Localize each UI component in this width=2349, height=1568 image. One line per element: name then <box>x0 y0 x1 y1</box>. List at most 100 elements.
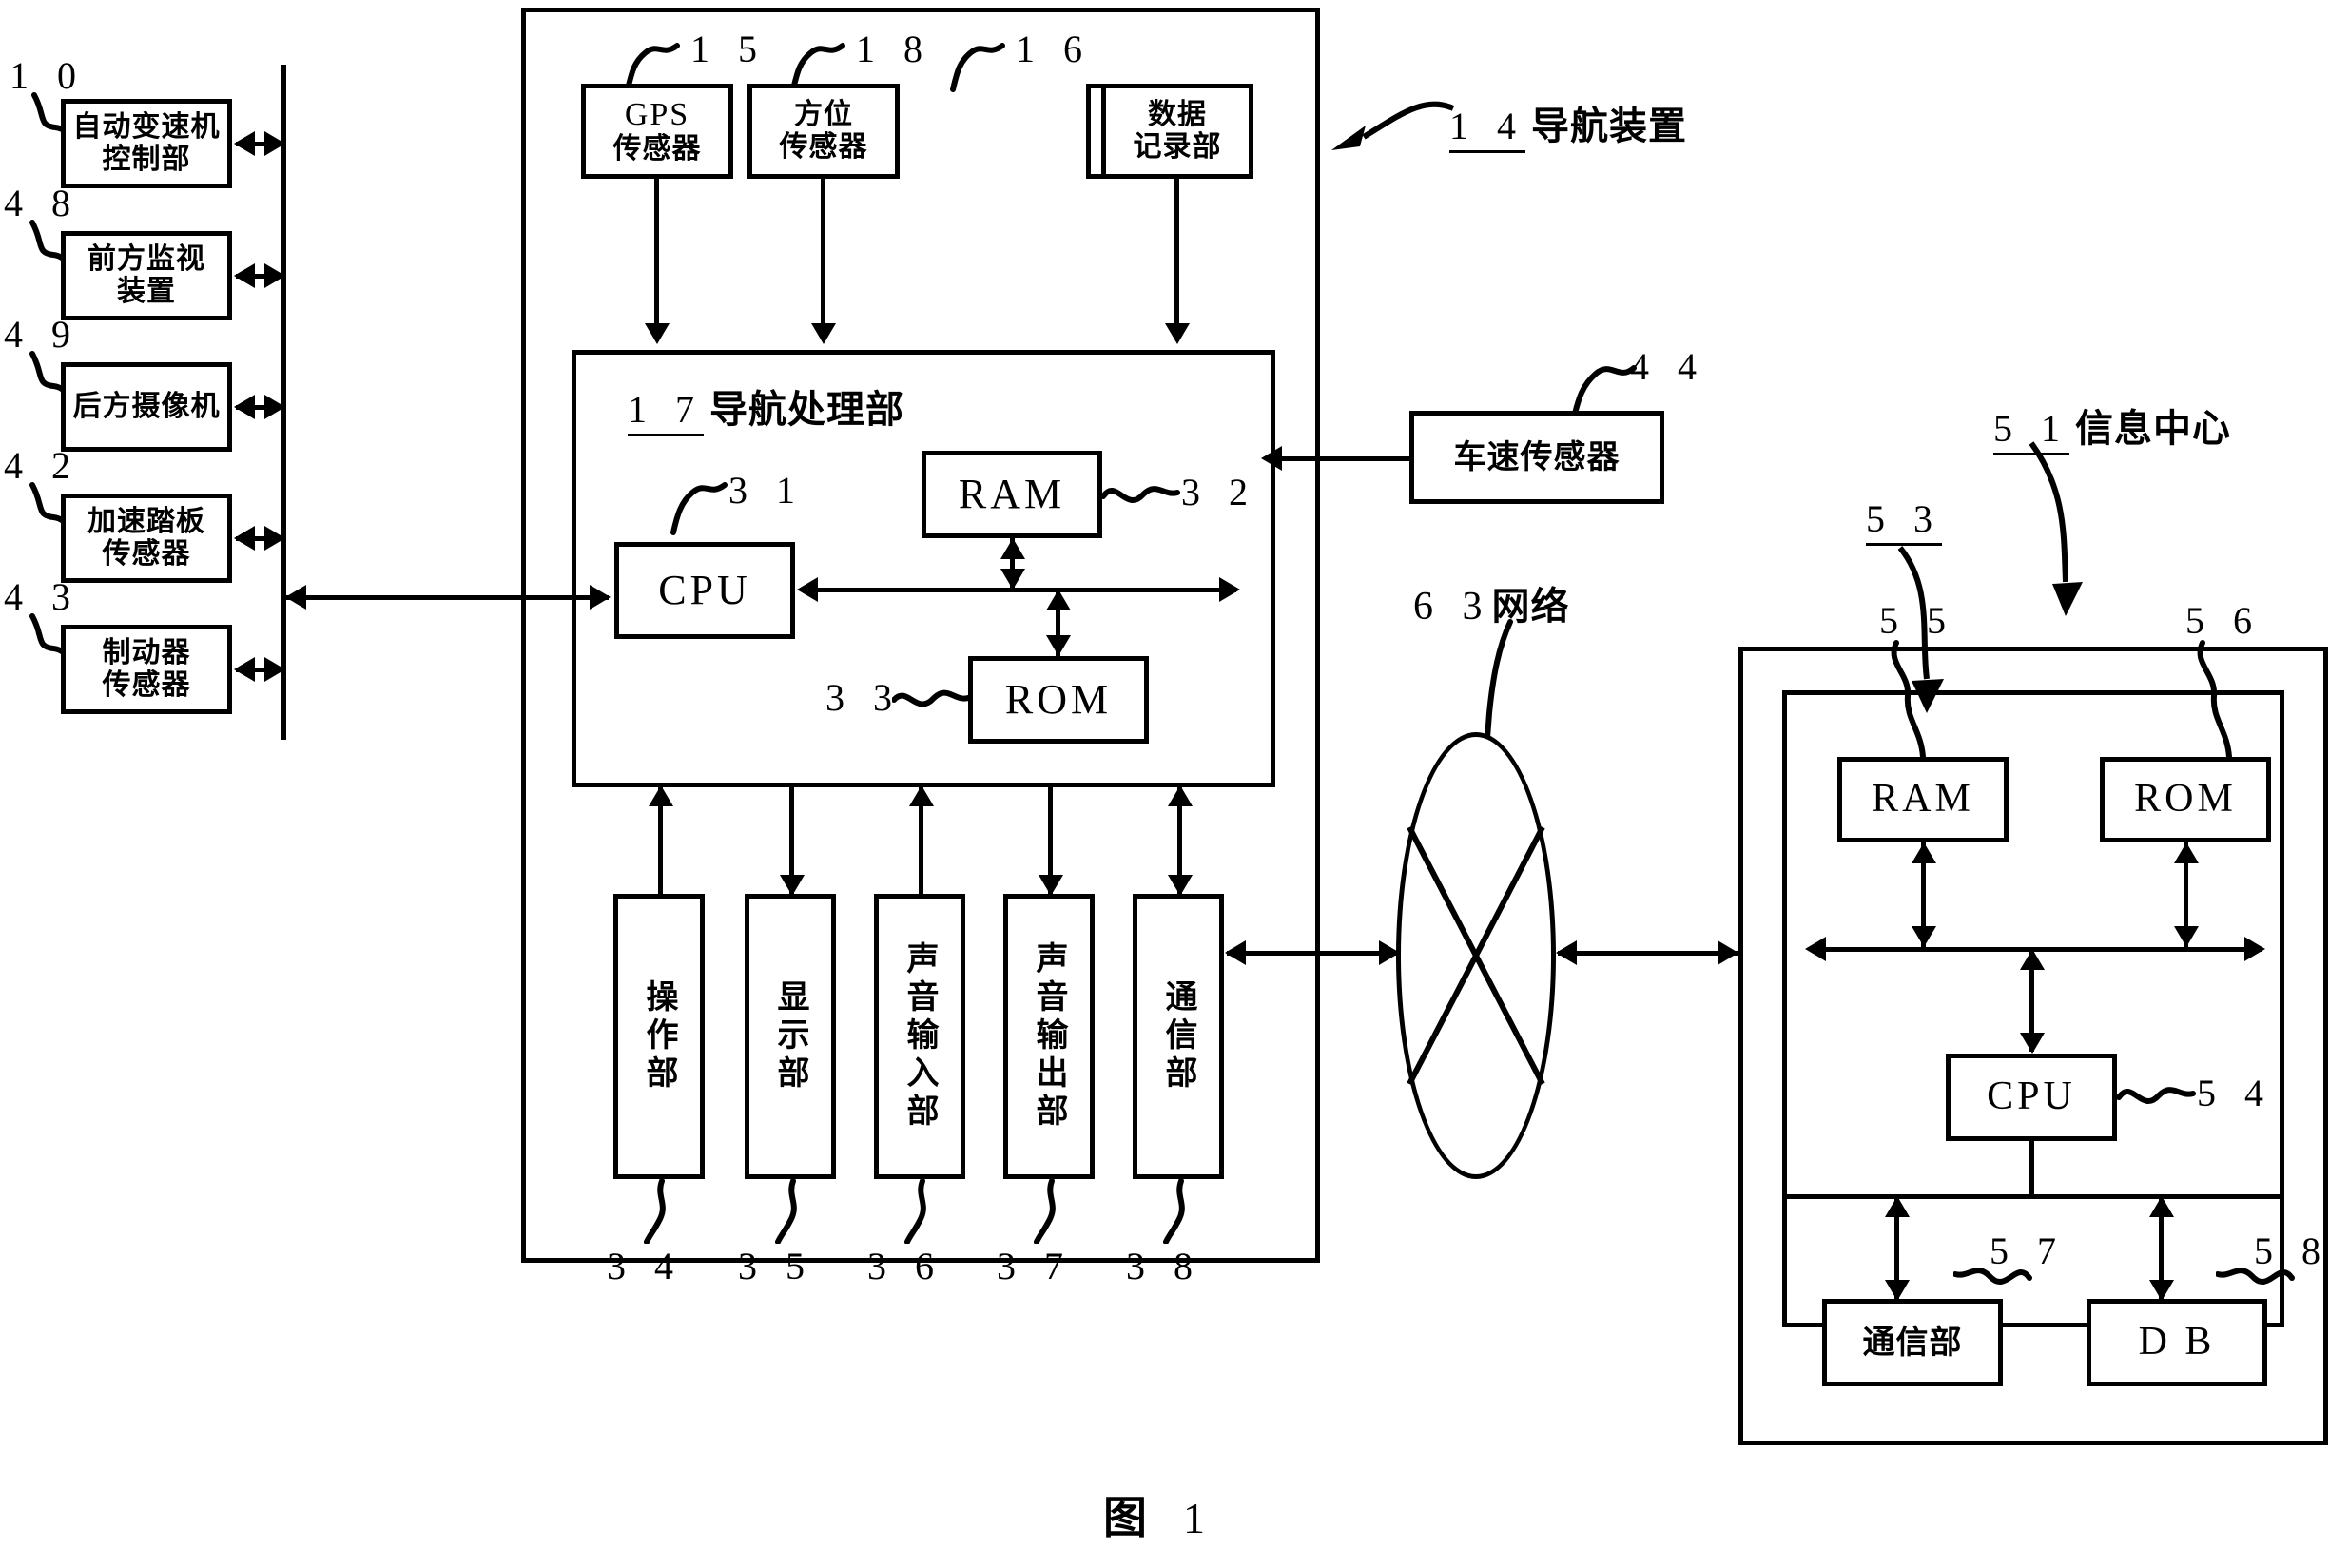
leader-line-44 <box>1572 365 1637 416</box>
speed-sensor-connector <box>1279 456 1412 461</box>
arrowhead-down <box>645 323 670 344</box>
leader-line-34 <box>644 1179 666 1244</box>
info-center-ram-label: RAM <box>1872 777 1974 822</box>
leader-arrow-14 <box>1331 101 1455 150</box>
info-center-rom: ROM <box>2100 757 2271 842</box>
figure-caption-label: 图 <box>1103 1492 1160 1543</box>
io-unit-operation-label: 操作部 <box>640 979 679 1094</box>
io-unit-display: 显示部 <box>745 894 836 1179</box>
arrowhead-up <box>2174 842 2199 863</box>
ref-numeral-32: 3 2 <box>1181 471 1257 513</box>
vehicle-speed-sensor: 车速传感器 <box>1409 411 1664 504</box>
arrowhead-left <box>234 657 255 682</box>
leader-line-56 <box>2197 640 2232 760</box>
info-center-rom-label: ROM <box>2134 777 2237 822</box>
arrowhead-down <box>1885 1280 1910 1301</box>
unit-accelerator-pedal-sensor: 加速踏板 传感器 <box>61 494 232 583</box>
ref-numeral-17: 1 7 <box>628 388 704 436</box>
arrowhead-down <box>1039 875 1063 896</box>
unit-label-line1: 后方摄像机 <box>72 390 221 424</box>
unit-label-line2: 控制部 <box>102 143 191 176</box>
arrowhead-up <box>2020 949 2045 970</box>
arrowhead-up <box>909 785 934 806</box>
data-record-line1: 数据 <box>1148 98 1207 132</box>
ref-label-14-navigation-device: 1 4 导航装置 <box>1449 95 1687 153</box>
navigation-ram-label: RAM <box>958 471 1066 518</box>
data-record-line2: 记录部 <box>1133 130 1222 164</box>
info-center-db-label: D B <box>2138 1320 2216 1365</box>
ref-numeral-58: 5 8 <box>2254 1229 2330 1272</box>
ref-numeral-31: 3 1 <box>728 469 805 512</box>
arrowhead-down <box>1046 635 1071 656</box>
info-center-ram: RAM <box>1837 757 2009 842</box>
arrowhead-left <box>797 577 818 602</box>
arrowhead-down <box>1912 926 1936 947</box>
ref-numeral-16: 1 6 <box>1016 28 1092 70</box>
leader-arrow-51 <box>2029 441 2083 616</box>
leader-line-38 <box>1163 1179 1185 1244</box>
leader-line-37 <box>1034 1179 1056 1244</box>
navigation-cpu: CPU <box>614 542 795 639</box>
unit-label-line2: 装置 <box>117 275 176 308</box>
arrowhead-right <box>2244 937 2265 961</box>
ref-numeral-38: 3 8 <box>1126 1245 1202 1287</box>
unit-label-line1: 制动器 <box>102 636 191 670</box>
arrowhead-down <box>780 875 805 896</box>
patent-figure-canvas: 1 0 自动变速机 控制部 4 8 前方监视 装置 4 9 后方摄像机 4 2 … <box>0 0 2349 1568</box>
info-center-cpu: CPU <box>1946 1054 2117 1141</box>
arrowhead-right <box>1219 577 1240 602</box>
arrowhead-down <box>1000 569 1025 590</box>
comm-to-network-line <box>1227 951 1398 956</box>
leader-line-54 <box>2117 1087 2196 1104</box>
arrowhead-up <box>1912 842 1936 863</box>
sensor-gps-line2: 传感器 <box>612 132 702 166</box>
data-recording-unit: 数据 记录部 <box>1101 84 1253 179</box>
arrowhead-down <box>2020 1033 2045 1054</box>
arrowhead-left <box>234 263 255 288</box>
io-unit-voice-input: 声音输入部 <box>874 894 965 1179</box>
io-unit-communication-label: 通信部 <box>1159 979 1198 1094</box>
io-unit-voice-input-label: 声音输入部 <box>901 941 940 1132</box>
arrowhead-right <box>1718 940 1738 965</box>
arrowhead-up <box>2149 1196 2174 1217</box>
ref-label-17-navigation-processing: 1 7 导航处理部 <box>628 378 904 436</box>
leader-line-31 <box>670 482 728 535</box>
unit-front-monitoring-device: 前方监视 装置 <box>61 231 232 320</box>
arrow-gps-to-processor <box>654 179 659 327</box>
io-unit-operation: 操作部 <box>613 894 705 1179</box>
ref-numeral-53: 5 3 <box>1866 497 1942 546</box>
leader-line-35 <box>775 1179 797 1244</box>
leader-line-55 <box>1891 640 1926 760</box>
arrow-datarecord-to-processor <box>1174 179 1179 327</box>
arrowhead-up <box>1046 590 1071 610</box>
arrowhead-right <box>264 657 285 682</box>
unit-label-line2: 传感器 <box>102 668 191 702</box>
arrowhead-down <box>1168 875 1193 896</box>
info-center-database: D B <box>2087 1299 2267 1386</box>
arrowhead-left <box>1261 446 1282 471</box>
sensor-direction: 方位 传感器 <box>747 84 900 179</box>
ref-numeral-44: 4 4 <box>1630 345 1706 388</box>
arrowhead-right <box>264 395 285 419</box>
vehicle-speed-sensor-label: 车速传感器 <box>1453 437 1621 476</box>
unit-label-line1: 加速踏板 <box>87 505 205 539</box>
navigation-rom: ROM <box>968 656 1149 744</box>
ref-numeral-35: 3 5 <box>738 1245 814 1287</box>
ref-numeral-36: 3 6 <box>867 1245 943 1287</box>
unit-label-line2: 传感器 <box>102 537 191 571</box>
arrowhead-up <box>1885 1196 1910 1217</box>
ref-numeral-15: 1 5 <box>690 28 767 70</box>
navigation-ram: RAM <box>922 451 1102 538</box>
unit-rear-camera: 后方摄像机 <box>61 362 232 452</box>
leader-line-63 <box>1485 619 1513 741</box>
unit-brake-sensor: 制动器 传感器 <box>61 625 232 714</box>
network-to-center-line <box>1558 951 1738 956</box>
arrowhead-right <box>264 526 285 551</box>
unit-label-line1: 前方监视 <box>87 242 205 277</box>
io-unit-voice-output: 声音输出部 <box>1003 894 1095 1179</box>
arrowhead-right <box>1379 940 1400 965</box>
arrowhead-left <box>1225 940 1246 965</box>
ref-numeral-56: 5 6 <box>2185 599 2262 642</box>
arrowhead-left <box>1556 940 1577 965</box>
arrowhead-down <box>2149 1280 2174 1301</box>
